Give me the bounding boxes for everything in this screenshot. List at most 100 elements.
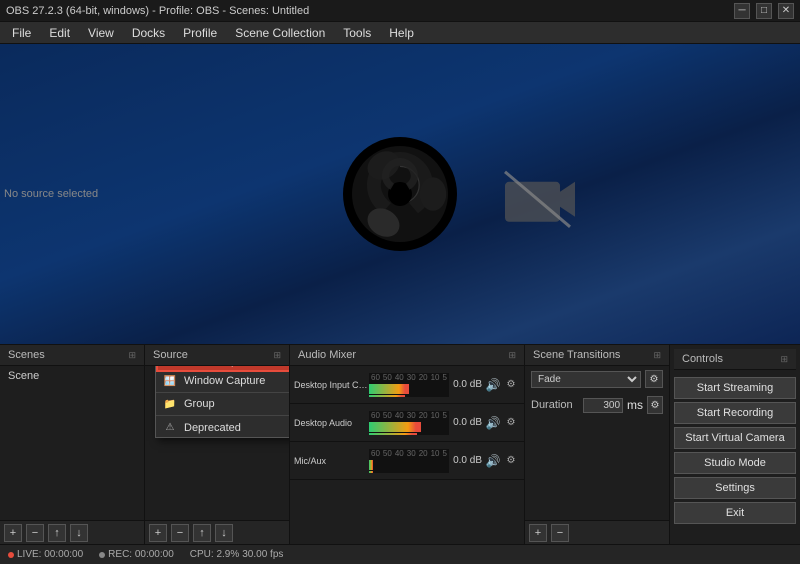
- meter-ticks-2: 6050403020105: [369, 411, 449, 421]
- audio-settings-2[interactable]: ⚙: [502, 414, 520, 432]
- transition-duration-row: Duration ms ⚙: [525, 392, 669, 418]
- preview-area: No source selected: [0, 44, 800, 344]
- duration-label: Duration: [531, 399, 579, 411]
- menu-view[interactable]: View: [80, 24, 122, 42]
- scenes-up-button[interactable]: ↑: [48, 524, 66, 542]
- meter-bar-1b: [369, 395, 449, 397]
- settings-button[interactable]: Settings: [674, 477, 796, 499]
- duration-input[interactable]: [583, 398, 623, 413]
- scenes-remove-button[interactable]: −: [26, 524, 44, 542]
- menu-tools[interactable]: Tools: [335, 24, 379, 42]
- transitions-icon: ⊞: [653, 350, 661, 361]
- title-text: OBS 27.2.3 (64-bit, windows) - Profile: …: [6, 5, 309, 17]
- no-source-label: No source selected: [4, 188, 98, 200]
- transition-type-row: Fade Cut Swipe ⚙: [525, 366, 669, 392]
- audio-mixer-icon: ⊞: [508, 350, 516, 361]
- audio-mixer-title: Audio Mixer: [298, 349, 356, 361]
- audio-meter-3: 6050403020105: [369, 449, 449, 473]
- transition-config-button[interactable]: ⚙: [645, 370, 663, 388]
- ctx-window[interactable]: 🪟 Window Capture: [156, 372, 289, 390]
- transitions-remove-button[interactable]: −: [551, 524, 569, 542]
- bottom-panels: Scenes ⊞ Scene + − ↑ ↓ Source ⊞: [0, 344, 800, 544]
- audio-mixer-panel: Audio Mixer ⊞ Desktop Input Capture 6050…: [290, 345, 525, 544]
- main-layout: No source selected: [0, 44, 800, 544]
- status-bar: LIVE: 00:00:00 REC: 00:00:00 CPU: 2.9% 3…: [0, 544, 800, 564]
- sources-scroll-icon: ⊞: [273, 350, 281, 361]
- controls-header: Controls ⊞: [674, 349, 796, 370]
- duration-config-button[interactable]: ⚙: [647, 396, 663, 414]
- obs-logo: [340, 134, 460, 254]
- meter-bar-1a: [369, 384, 449, 394]
- scenes-down-button[interactable]: ↓: [70, 524, 88, 542]
- scenes-add-button[interactable]: +: [4, 524, 22, 542]
- transitions-footer: + −: [525, 520, 669, 544]
- title-bar: OBS 27.2.3 (64-bit, windows) - Profile: …: [0, 0, 800, 22]
- audio-db-1: 0.0 dB: [449, 379, 484, 390]
- start-recording-button[interactable]: Start Recording: [674, 402, 796, 424]
- sources-down-button[interactable]: ↓: [215, 524, 233, 542]
- sources-title: Source: [153, 349, 188, 361]
- audio-track-2: Desktop Audio 6050403020105 0.0 dB 🔊 ⚙: [290, 404, 524, 442]
- sources-footer: + − ↑ ↓: [145, 520, 289, 544]
- meter-ticks-1: 6050403020105: [369, 373, 449, 383]
- audio-track-1: Desktop Input Capture 6050403020105 0.0 …: [290, 366, 524, 404]
- exit-button[interactable]: Exit: [674, 502, 796, 524]
- minimize-button[interactable]: ─: [734, 3, 750, 19]
- status-cpu: CPU: 2.9% 30.00 fps: [190, 549, 284, 560]
- menu-edit[interactable]: Edit: [41, 24, 78, 42]
- audio-track-3-label: Mic/Aux: [294, 456, 369, 466]
- menu-file[interactable]: File: [4, 24, 39, 42]
- audio-settings-1[interactable]: ⚙: [502, 376, 520, 394]
- ctx-group[interactable]: 📁 Group: [156, 395, 289, 413]
- deprecated-icon: ⚠: [162, 422, 178, 433]
- audio-meter-2: 6050403020105: [369, 411, 449, 435]
- duration-unit: ms: [627, 398, 643, 412]
- title-controls: ─ □ ✕: [734, 3, 794, 19]
- menu-help[interactable]: Help: [381, 24, 422, 42]
- scene-transitions-panel: Scene Transitions ⊞ Fade Cut Swipe ⚙ Dur…: [525, 345, 670, 544]
- audio-db-2: 0.0 dB: [449, 417, 484, 428]
- context-menu: 🎤 Audio Input Capture 🔊 Audio Output Cap…: [155, 366, 289, 438]
- ctx-deprecated[interactable]: ⚠ Deprecated ▶: [156, 418, 289, 437]
- group-icon: 📁: [162, 399, 178, 410]
- studio-mode-button[interactable]: Studio Mode: [674, 452, 796, 474]
- transition-type-select[interactable]: Fade Cut Swipe: [531, 371, 641, 388]
- meter-bar-2b: [369, 433, 449, 435]
- audio-mixer-header: Audio Mixer ⊞: [290, 345, 524, 366]
- camera-off-area: [500, 167, 580, 235]
- audio-track-3: Mic/Aux 6050403020105 0.0 dB 🔊 ⚙: [290, 442, 524, 480]
- audio-mute-1[interactable]: 🔊: [484, 376, 502, 394]
- audio-settings-3[interactable]: ⚙: [502, 452, 520, 470]
- audio-mute-3[interactable]: 🔊: [484, 452, 502, 470]
- meter-bar-3a: [369, 460, 449, 470]
- sources-up-button[interactable]: ↑: [193, 524, 211, 542]
- sources-content: 🎤 Audio Input Capture 🔊 Audio Output Cap…: [145, 366, 289, 520]
- audio-db-3: 0.0 dB: [449, 455, 484, 466]
- sources-remove-button[interactable]: −: [171, 524, 189, 542]
- audio-track-2-label: Desktop Audio: [294, 418, 369, 428]
- controls-icon: ⊞: [780, 354, 788, 365]
- meter-ticks-3: 6050403020105: [369, 449, 449, 459]
- transitions-title: Scene Transitions: [533, 349, 620, 361]
- transitions-add-button[interactable]: +: [529, 524, 547, 542]
- live-indicator: [8, 552, 14, 558]
- menu-profile[interactable]: Profile: [175, 24, 225, 42]
- scenes-footer: + − ↑ ↓: [0, 520, 144, 544]
- status-rec: REC: 00:00:00: [99, 549, 174, 560]
- start-streaming-button[interactable]: Start Streaming: [674, 377, 796, 399]
- scene-item[interactable]: Scene: [2, 368, 142, 384]
- ctx-separator-2: [156, 415, 289, 416]
- controls-panel: Controls ⊞ Start Streaming Start Recordi…: [670, 345, 800, 544]
- maximize-button[interactable]: □: [756, 3, 772, 19]
- sources-add-button[interactable]: +: [149, 524, 167, 542]
- start-virtual-camera-button[interactable]: Start Virtual Camera: [674, 427, 796, 449]
- menu-scene-collection[interactable]: Scene Collection: [227, 24, 333, 42]
- camera-off-icon: [500, 167, 580, 232]
- transitions-header: Scene Transitions ⊞: [525, 345, 669, 366]
- audio-mute-2[interactable]: 🔊: [484, 414, 502, 432]
- scenes-header: Scenes ⊞: [0, 345, 144, 366]
- close-button[interactable]: ✕: [778, 3, 794, 19]
- scenes-panel: Scenes ⊞ Scene + − ↑ ↓: [0, 345, 145, 544]
- menu-docks[interactable]: Docks: [124, 24, 173, 42]
- status-live: LIVE: 00:00:00: [8, 549, 83, 560]
